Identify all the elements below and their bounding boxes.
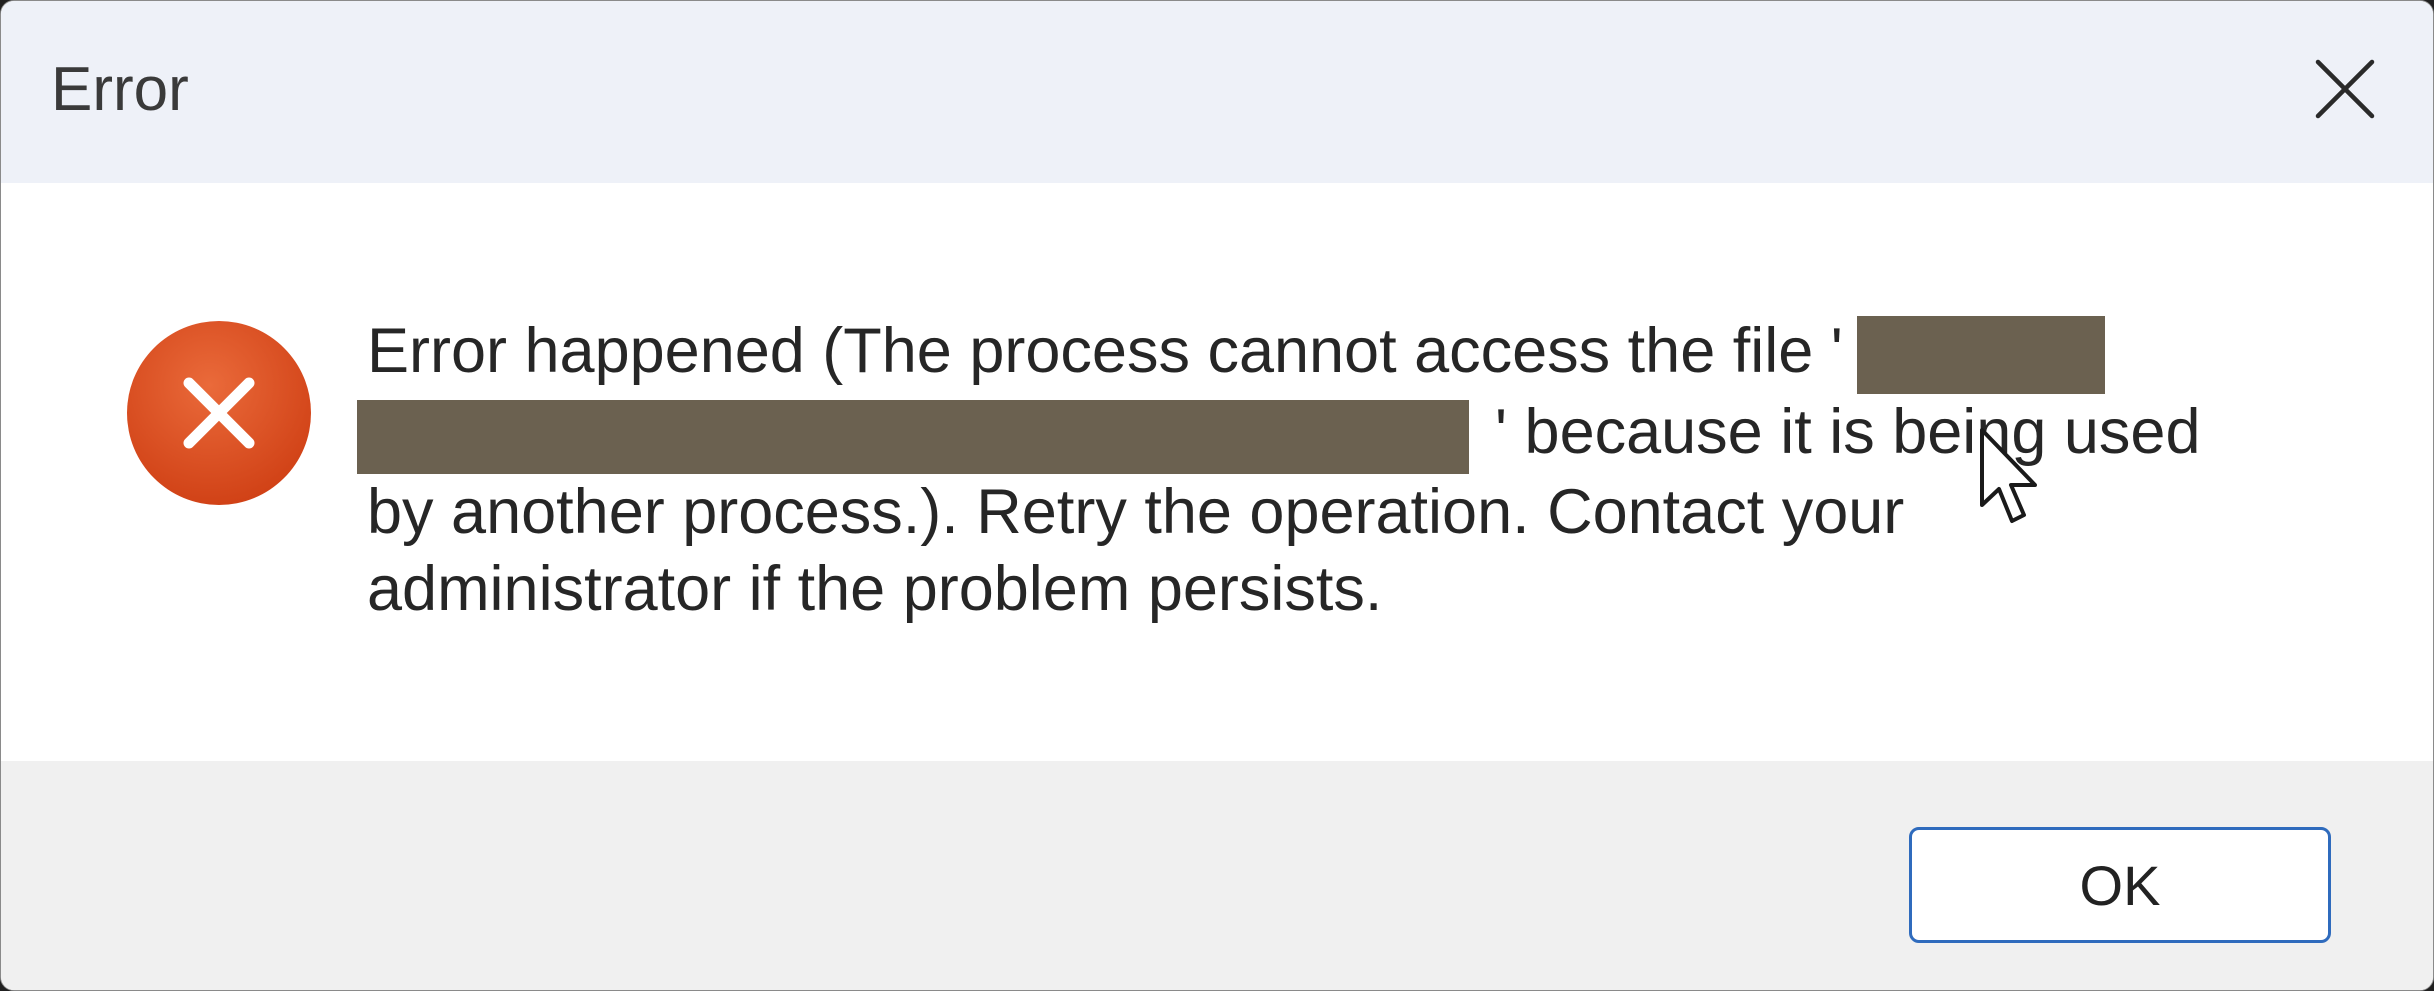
- close-icon: [2315, 59, 2375, 119]
- close-button[interactable]: [2293, 37, 2397, 141]
- button-bar: OK: [1, 761, 2433, 990]
- title-bar: Error: [1, 1, 2433, 183]
- redacted-file-path: [1856, 316, 2105, 395]
- message-text-start: Error happened (The process cannot acces…: [367, 316, 1843, 386]
- mouse-cursor-icon: [1980, 428, 2037, 523]
- ok-button[interactable]: OK: [1909, 827, 2331, 943]
- error-dialog: Error Error happened (The process cannot…: [0, 0, 2434, 991]
- error-icon: [127, 321, 311, 505]
- redacted-file-path-continued: [357, 399, 1469, 474]
- window-title: Error: [51, 55, 189, 124]
- dialog-body: Error happened (The process cannot acces…: [1, 183, 2433, 761]
